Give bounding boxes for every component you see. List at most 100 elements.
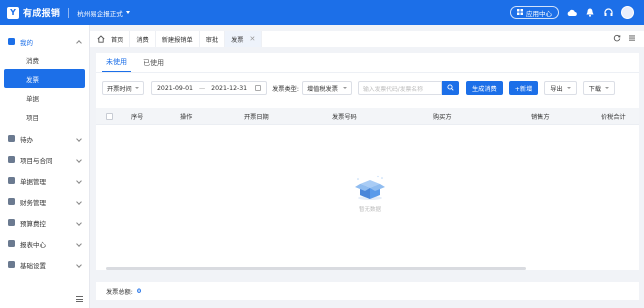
- sidebar-group-finance[interactable]: 财务管理: [0, 193, 89, 210]
- tab-invoice[interactable]: 发票 ✕: [225, 31, 263, 47]
- sidebar-group-budget[interactable]: 预算费控: [0, 214, 89, 231]
- invoice-type-select[interactable]: 增值税发票: [301, 81, 352, 95]
- page-tabs: 首页 消费 新建报销单 审批 发票 ✕: [90, 31, 644, 47]
- sidebar-group-label: 我的: [20, 38, 33, 47]
- calendar-icon: [255, 85, 262, 91]
- time-type-select[interactable]: 开票时间: [102, 81, 144, 95]
- date-end[interactable]: 2021-12-31: [211, 85, 247, 92]
- sidebar-item-label: 消费: [26, 56, 39, 65]
- tab-home[interactable]: 首页: [105, 31, 131, 47]
- sidebar-group-label: 财务管理: [20, 198, 46, 207]
- company-name: 杭州易企报正式: [77, 9, 123, 18]
- sidebar-group-settings[interactable]: 基础设置: [0, 256, 89, 273]
- date-separator: —: [198, 84, 206, 92]
- chevron-down-icon: [76, 261, 82, 268]
- refresh-icon[interactable]: [613, 34, 621, 44]
- sidebar-group-label: 待办: [20, 135, 33, 144]
- sidebar-item-label: 单据: [26, 94, 39, 103]
- settings-icon: [8, 261, 15, 268]
- chevron-up-icon: [76, 40, 82, 46]
- tab-label: 首页: [111, 36, 124, 44]
- sidebar-group-mine[interactable]: 我的: [0, 33, 89, 50]
- time-type-value: 开票时间: [107, 85, 132, 93]
- budget-icon: [8, 219, 15, 226]
- sidebar-group-label: 预算费控: [20, 219, 46, 228]
- column-header: 开票日期: [244, 113, 269, 121]
- subtab-unused[interactable]: 未使用: [102, 57, 131, 72]
- app-center-button[interactable]: 应用中心: [510, 6, 559, 19]
- chevron-down-icon: [76, 240, 82, 247]
- button-label: 导出: [550, 85, 563, 93]
- summary-footer: 发票总额: 0: [96, 282, 639, 300]
- sidebar-item-projects[interactable]: 项目: [4, 107, 85, 126]
- sidebar-item-invoice[interactable]: 发票: [4, 69, 85, 88]
- sidebar-item-consumption[interactable]: 消费: [4, 50, 85, 69]
- top-bar: Y 有成报销 杭州易企报正式 应用中心: [0, 0, 644, 25]
- column-header: 操作: [180, 113, 193, 121]
- sidebar-item-label: 项目: [26, 113, 39, 122]
- add-invoice-button[interactable]: +新增: [508, 81, 539, 95]
- sidebar-item-documents[interactable]: 单据: [4, 88, 85, 107]
- menu-collapse-icon[interactable]: [76, 296, 83, 302]
- total-label: 发票总额:: [106, 288, 133, 296]
- select-all-checkbox[interactable]: [106, 112, 113, 120]
- tab-new-expense[interactable]: 新建报销单: [156, 31, 200, 47]
- sidebar-group-projects-contracts[interactable]: 项目与合同: [0, 151, 89, 168]
- filter-bar: 开票时间 2021-09-01 — 2021-12-31 发票类型: 增值税发票…: [102, 81, 616, 95]
- export-button[interactable]: 导出: [544, 81, 577, 95]
- cloud-upload-icon[interactable]: [567, 8, 577, 18]
- brand-name: 有成报销: [23, 9, 61, 19]
- headset-icon[interactable]: [603, 8, 613, 18]
- column-header: 序号: [131, 113, 144, 121]
- tab-consumption[interactable]: 消费: [130, 31, 156, 47]
- tab-label: 新建报销单: [161, 36, 193, 44]
- button-label: +新增: [514, 85, 533, 93]
- close-icon[interactable]: ✕: [249, 35, 255, 43]
- sidebar-item-label: 发票: [26, 75, 39, 84]
- sidebar-group-label: 报表中心: [20, 240, 46, 249]
- header-divider: [68, 7, 70, 18]
- table-header: 序号 操作 开票日期 发票号码 购买方 销售方 价税合计: [96, 108, 639, 125]
- todo-icon: [8, 135, 15, 142]
- column-header: 购买方: [433, 113, 452, 121]
- tab-label: 审批: [205, 36, 219, 44]
- column-header: 价税合计: [601, 113, 626, 121]
- avatar[interactable]: [621, 6, 634, 19]
- total-value: 0: [136, 287, 142, 295]
- generate-consumption-button[interactable]: 生成消费: [465, 81, 503, 95]
- sidebar-group-reports[interactable]: 报表中心: [0, 235, 89, 252]
- logo: Y: [7, 6, 19, 19]
- sidebar: 我的 消费 发票 单据 项目 待办 项目与合同 单据管理 财务管理 预算费控 报…: [0, 25, 90, 308]
- chevron-down-icon: [76, 135, 82, 142]
- search-input[interactable]: 输入发票代码/发票名称: [357, 81, 442, 95]
- bell-icon[interactable]: [585, 8, 595, 18]
- chevron-down-icon: [76, 198, 82, 205]
- tab-label: 发票: [231, 36, 244, 44]
- app-center-label: 应用中心: [526, 9, 552, 18]
- finance-icon: [8, 198, 15, 205]
- chevron-down-icon: [566, 87, 571, 89]
- horizontal-scrollbar[interactable]: [106, 267, 526, 270]
- sidebar-group-document-mgmt[interactable]: 单据管理: [0, 172, 89, 189]
- company-switcher[interactable]: 杭州易企报正式: [77, 8, 130, 18]
- menu-icon[interactable]: [628, 34, 636, 44]
- invoice-type-value: 增值税发票: [306, 85, 338, 93]
- contract-icon: [8, 156, 15, 163]
- home-icon[interactable]: [97, 35, 105, 43]
- user-icon: [8, 38, 15, 45]
- subtab-used[interactable]: 已使用: [139, 58, 168, 72]
- column-header: 发票号码: [332, 113, 357, 121]
- invoice-type-label: 发票类型:: [272, 85, 299, 93]
- chevron-down-icon: [76, 156, 82, 163]
- chevron-down-icon: [135, 87, 139, 89]
- search-button[interactable]: [441, 81, 459, 95]
- tab-approval[interactable]: 审批: [200, 31, 226, 47]
- date-range-picker[interactable]: 2021-09-01 — 2021-12-31: [151, 81, 268, 95]
- grid-icon: [517, 8, 523, 17]
- download-button[interactable]: 下载: [582, 81, 616, 95]
- empty-box-icon: [352, 175, 388, 203]
- search-placeholder: 输入发票代码/发票名称: [362, 86, 423, 93]
- report-icon: [8, 240, 15, 247]
- sidebar-group-todo[interactable]: 待办: [0, 130, 89, 147]
- date-start[interactable]: 2021-09-01: [157, 85, 193, 92]
